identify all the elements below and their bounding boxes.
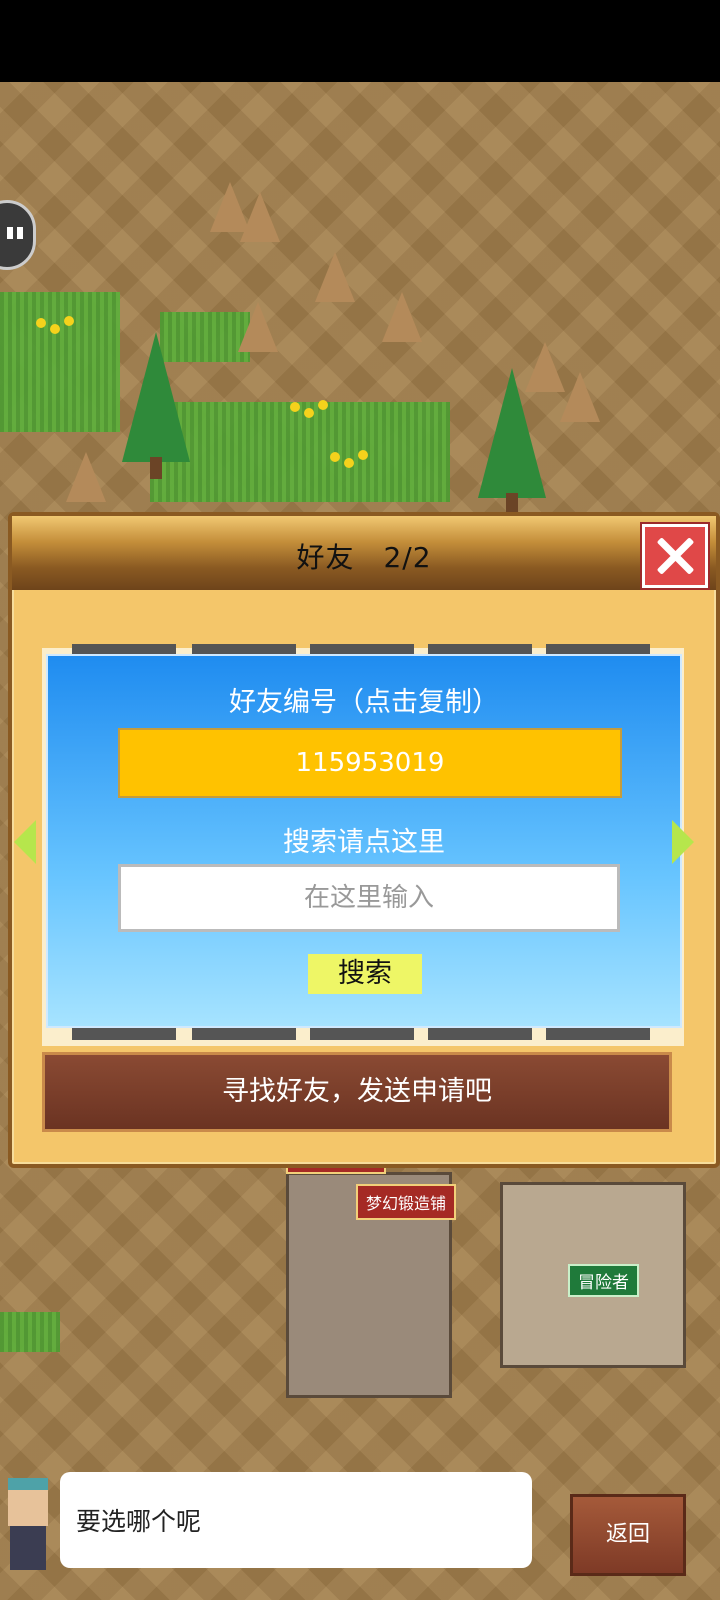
grass-patch	[0, 292, 120, 432]
flower	[36, 318, 46, 328]
friend-search-panel: 好友编号（点击复制） 115953019 搜索请点这里 搜索	[46, 654, 682, 1028]
search-button[interactable]: 搜索	[308, 954, 422, 994]
search-input[interactable]	[118, 864, 620, 932]
adventurer-tag[interactable]: 冒险者	[568, 1264, 639, 1297]
friend-id-copy-field[interactable]: 115953019	[118, 728, 622, 798]
status-bar	[0, 0, 720, 82]
dialogue-text: 要选哪个呢	[76, 1507, 202, 1536]
friends-dialog: 好友 2/2 好友编号（点击复制） 115953019 搜索请点这里 搜索 寻找…	[8, 512, 720, 1168]
arrow-right-icon[interactable]	[672, 820, 694, 864]
pause-icon	[7, 227, 13, 239]
send-request-button[interactable]: 寻找好友，发送申请吧	[42, 1052, 672, 1132]
rock-formation	[315, 252, 355, 302]
back-button[interactable]: 返回	[570, 1494, 686, 1576]
grass-patch	[150, 402, 450, 502]
rock-formation	[238, 302, 278, 352]
rock-formation	[240, 192, 280, 242]
shop-sign[interactable]: 梦幻锻造铺	[356, 1184, 457, 1220]
avatar	[0, 1468, 56, 1572]
dialogue-bubble: 要选哪个呢	[60, 1472, 532, 1568]
rock-formation	[66, 452, 106, 502]
dialog-title: 好友 2/2	[296, 541, 432, 574]
flower	[290, 402, 300, 412]
grass-patch	[0, 1312, 60, 1352]
arrow-left-icon[interactable]	[14, 820, 36, 864]
avatar-body	[10, 1526, 46, 1570]
dialog-header: 好友 2/2	[12, 516, 716, 590]
avatar-head	[8, 1478, 48, 1526]
panel-rail-bottom	[42, 1028, 684, 1040]
tree	[478, 368, 546, 515]
friend-id-label: 好友编号（点击复制）	[229, 687, 499, 718]
rock-formation	[560, 372, 600, 422]
search-label: 搜索请点这里	[283, 827, 445, 858]
close-icon[interactable]	[642, 524, 708, 588]
rock-formation	[382, 292, 422, 342]
flower	[330, 452, 340, 462]
tree	[122, 332, 190, 479]
